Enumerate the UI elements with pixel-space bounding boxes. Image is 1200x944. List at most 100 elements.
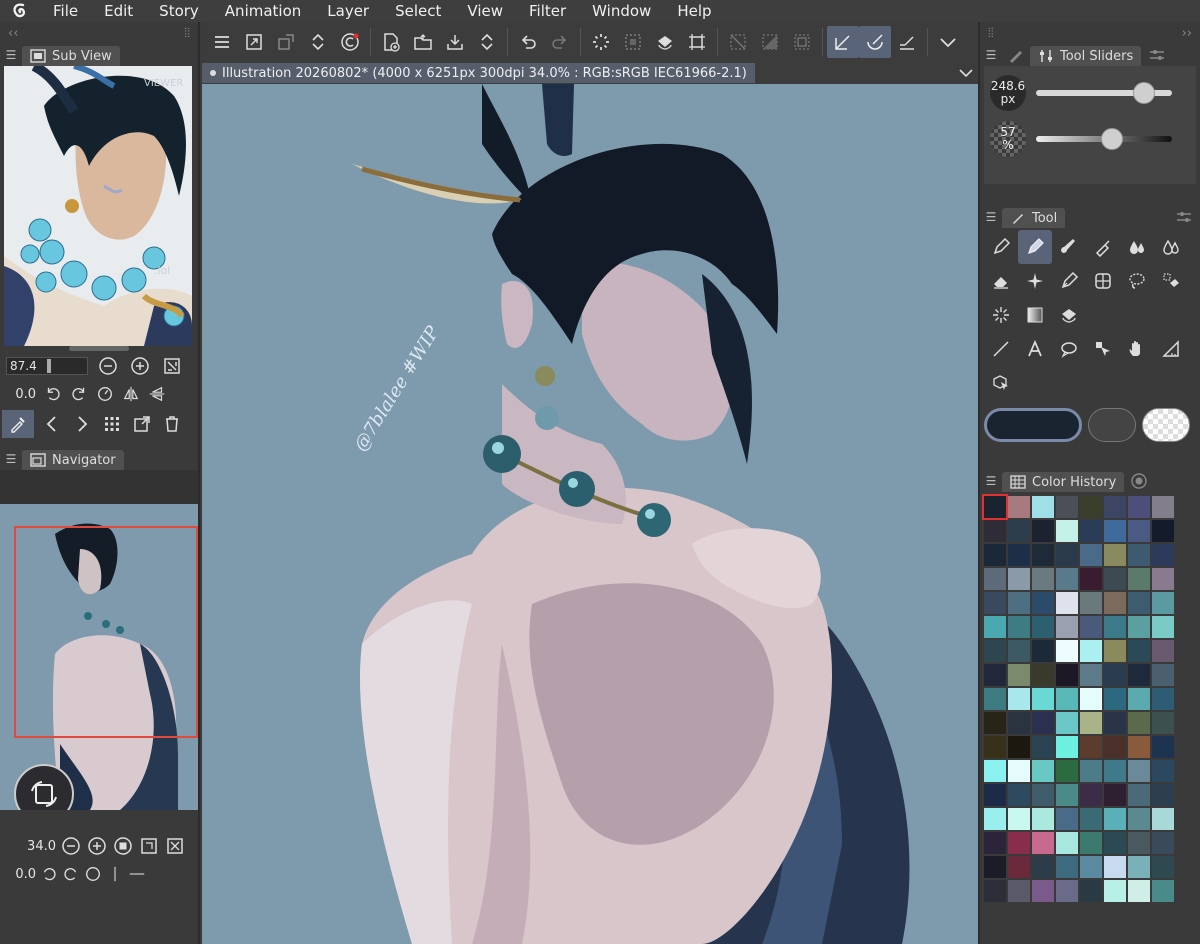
color-swatch[interactable] [1008, 616, 1030, 638]
zoom-in-icon[interactable] [86, 834, 108, 858]
grid-view-icon[interactable] [100, 412, 124, 436]
color-swatch[interactable] [1152, 832, 1174, 854]
document-tab[interactable]: Illustration 20260802* (4000 x 6251px 30… [202, 63, 755, 83]
menu-story[interactable]: Story [146, 0, 212, 22]
color-swatch[interactable] [1152, 736, 1174, 758]
color-swatch[interactable] [1032, 736, 1054, 758]
color-swatch[interactable] [1152, 856, 1174, 878]
menu-select[interactable]: Select [382, 0, 454, 22]
blend-tool-icon[interactable] [1120, 230, 1154, 264]
speech-balloon-tool-icon[interactable] [1052, 332, 1086, 366]
navigator-tab[interactable]: Navigator [22, 450, 124, 470]
color-swatch[interactable] [1104, 808, 1126, 830]
pencil-tool-icon[interactable] [1018, 230, 1052, 264]
color-swatch[interactable] [1128, 760, 1150, 782]
color-swatch[interactable] [1104, 760, 1126, 782]
color-swatch[interactable] [1056, 592, 1078, 614]
open-folder-icon[interactable] [407, 26, 439, 58]
line-tool-icon[interactable] [984, 332, 1018, 366]
color-swatch[interactable] [1152, 712, 1174, 734]
menu-filter[interactable]: Filter [516, 0, 579, 22]
color-swatch[interactable] [1080, 688, 1102, 710]
brush-size-slider[interactable] [1036, 82, 1172, 104]
color-swatch[interactable] [1032, 544, 1054, 566]
color-swatch[interactable] [1080, 808, 1102, 830]
drawing-canvas[interactable]: @7blalee #WIP [202, 84, 978, 944]
color-swatch[interactable] [1128, 832, 1150, 854]
app-logo-icon[interactable] [0, 0, 40, 22]
color-swatch[interactable] [984, 544, 1006, 566]
color-swatch[interactable] [1008, 496, 1030, 518]
color-swatch[interactable] [984, 592, 1006, 614]
loading-spinner-icon[interactable] [585, 26, 617, 58]
brush-tool-icon[interactable] [1052, 230, 1086, 264]
color-swatch[interactable] [1128, 712, 1150, 734]
color-history-tab[interactable]: Color History [1002, 472, 1125, 492]
reset-rotation-icon[interactable] [96, 382, 114, 406]
color-swatch[interactable] [1032, 760, 1054, 782]
color-swatch[interactable] [1008, 712, 1030, 734]
zoom-out-icon[interactable] [96, 354, 120, 378]
paint-bucket-tool-icon[interactable] [1052, 298, 1086, 332]
color-swatch[interactable] [1080, 760, 1102, 782]
panel-menu-icon[interactable]: ☰ [980, 210, 1002, 224]
decoration-tool-icon[interactable] [1018, 264, 1052, 298]
color-swatch[interactable] [1056, 664, 1078, 686]
color-swatch[interactable] [1152, 616, 1174, 638]
sub-view-image[interactable]: VIEWER .lol [4, 66, 192, 346]
lasso-tool-icon[interactable] [1120, 264, 1154, 298]
color-swatch[interactable] [1008, 592, 1030, 614]
menu-help[interactable]: Help [664, 0, 724, 22]
color-swatch[interactable] [984, 568, 1006, 590]
color-swatch[interactable] [1128, 592, 1150, 614]
color-swatch[interactable] [1152, 544, 1174, 566]
select-all-icon[interactable] [617, 26, 649, 58]
color-swatch[interactable] [1080, 496, 1102, 518]
color-swatch[interactable] [1080, 880, 1102, 902]
color-swatch[interactable] [1128, 880, 1150, 902]
color-swatch[interactable] [1008, 808, 1030, 830]
crop-icon[interactable] [681, 26, 713, 58]
color-swatch[interactable] [1080, 712, 1102, 734]
gradient-tool-icon[interactable] [1018, 298, 1052, 332]
color-swatch[interactable] [1104, 520, 1126, 542]
color-swatch[interactable] [1056, 616, 1078, 638]
color-swatch[interactable] [1080, 664, 1102, 686]
color-swatch[interactable] [1152, 496, 1174, 518]
color-swatch[interactable] [1032, 856, 1054, 878]
flip-vertical-icon[interactable] [128, 862, 146, 886]
zoom-slider-handle[interactable] [47, 359, 51, 373]
color-swatch[interactable] [1104, 688, 1126, 710]
color-swatch[interactable] [1152, 520, 1174, 542]
color-swatch[interactable] [982, 494, 1008, 520]
dock-grip-icon[interactable]: ⦙⦙ [988, 26, 994, 41]
color-swatch[interactable] [1056, 568, 1078, 590]
previous-image-icon[interactable] [40, 412, 64, 436]
color-swatch[interactable] [1032, 640, 1054, 662]
vector-pen-tool-icon[interactable] [1052, 264, 1086, 298]
fit-screen-icon[interactable] [138, 834, 160, 858]
transform-icon[interactable] [270, 26, 302, 58]
color-swatch[interactable] [1104, 856, 1126, 878]
color-swatch[interactable] [1008, 880, 1030, 902]
expand-icon[interactable] [238, 26, 270, 58]
main-menu-icon[interactable] [206, 26, 238, 58]
menu-view[interactable]: View [454, 0, 516, 22]
color-swatch[interactable] [1032, 712, 1054, 734]
fit-navigator-icon[interactable] [164, 834, 186, 858]
flip-vertical-icon[interactable] [148, 382, 166, 406]
deselect-icon[interactable] [722, 26, 754, 58]
color-swatch[interactable] [1104, 496, 1126, 518]
transparent-color-chip[interactable] [1142, 408, 1190, 442]
ruler-tool-icon[interactable] [1154, 332, 1188, 366]
color-swatch[interactable] [1104, 832, 1126, 854]
rotate-right-icon[interactable] [70, 382, 88, 406]
color-swatch[interactable] [1128, 784, 1150, 806]
color-history-record-icon[interactable] [1124, 469, 1154, 493]
color-swatch[interactable] [1128, 640, 1150, 662]
fill-selection-tool-icon[interactable] [1154, 264, 1188, 298]
collapse-left-icon[interactable]: ‹‹ [8, 26, 18, 41]
panel-menu-icon[interactable]: ☰ [980, 48, 1002, 62]
fill-bucket-icon[interactable] [649, 26, 681, 58]
opacity-slider[interactable] [1036, 128, 1172, 150]
